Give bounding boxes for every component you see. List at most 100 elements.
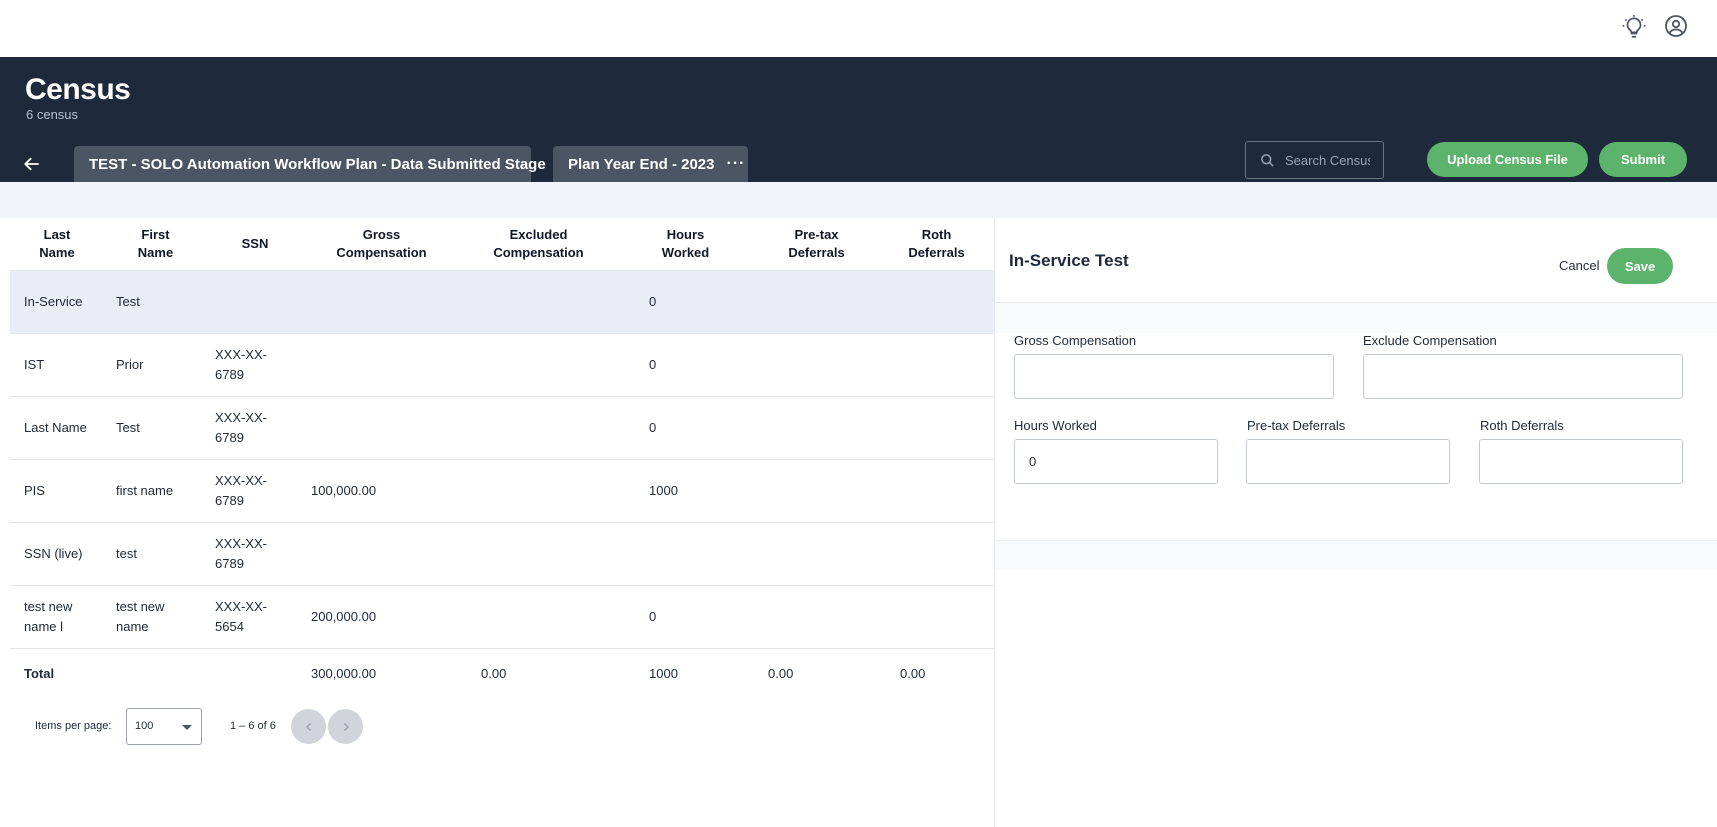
roth-deferrals-input[interactable] — [1479, 439, 1683, 484]
roth-deferrals-label: Roth Deferrals — [1480, 418, 1564, 433]
search-box[interactable] — [1245, 141, 1384, 179]
next-page-button[interactable] — [328, 709, 363, 744]
paginator: Items per page: 100 1 – 6 of 6 — [10, 708, 994, 748]
cell-text: PIS — [24, 482, 45, 498]
table-cell: Last Name — [10, 396, 104, 460]
table-cell — [460, 585, 617, 649]
cell-text: XXX-XX- — [215, 598, 268, 614]
cell-text: Total — [24, 666, 55, 682]
table-cell: Test — [104, 396, 207, 460]
table-row[interactable]: IST Prior XXX-XX- 6789 0 — [10, 333, 994, 397]
cell-text: Prior — [116, 356, 144, 372]
column-header[interactable]: First Name — [104, 218, 207, 271]
items-per-page-label: Items per page: — [35, 720, 112, 732]
table-cell: 0.00 — [879, 648, 994, 700]
previous-page-button[interactable] — [291, 709, 326, 744]
cell-text: 6789 — [215, 492, 244, 508]
table-cell — [754, 333, 879, 397]
table-cell: 0.00 — [754, 648, 879, 700]
table-cell: Prior — [104, 333, 207, 397]
table-cell: 1000 — [617, 648, 754, 700]
exclude-compensation-label: Exclude Compensation — [1363, 333, 1497, 348]
table-row[interactable]: SSN (live) test XXX-XX- 6789 — [10, 522, 994, 586]
column-header[interactable]: Hours Worked — [617, 218, 754, 271]
table-cell: SSN (live) — [10, 522, 104, 586]
table-row[interactable]: test new name l test new name XXX-XX- 5654 200… — [10, 585, 994, 649]
cell-text: test new — [116, 598, 165, 614]
items-per-page-select[interactable]: 100 — [126, 708, 202, 745]
column-header[interactable]: Gross Compensation — [303, 218, 460, 271]
items-per-page-value: 100 — [135, 720, 154, 732]
account-circle-icon[interactable] — [1664, 14, 1690, 40]
table-row[interactable]: In-Service Test 0 — [10, 270, 994, 334]
tab-plan-year[interactable]: Plan Year End - 2023 ··· — [553, 146, 748, 182]
tab-plan-year-label: Plan Year End - 2023 — [568, 155, 715, 173]
column-header-line: SSN — [241, 235, 269, 251]
search-input[interactable] — [1285, 152, 1370, 168]
table-cell — [754, 270, 879, 334]
cell-text: 0.00 — [900, 666, 926, 682]
cell-text: 6789 — [215, 366, 244, 382]
cell-text: 5654 — [215, 618, 244, 634]
table-cell — [303, 522, 460, 586]
table-cell — [104, 648, 207, 700]
cancel-button[interactable]: Cancel — [1559, 258, 1599, 273]
upload-census-file-button[interactable]: Upload Census File — [1427, 142, 1588, 177]
table-cell: 0.00 — [460, 648, 617, 700]
table-cell: XXX-XX- 6789 — [207, 396, 303, 460]
page-title: Census — [25, 73, 131, 106]
column-header[interactable]: Pre-tax Deferrals — [754, 218, 879, 271]
table-row[interactable]: Last Name Test XXX-XX- 6789 0 — [10, 396, 994, 460]
table-cell — [754, 396, 879, 460]
table-cell — [879, 522, 994, 586]
more-horizontal-icon[interactable]: ··· — [726, 155, 745, 173]
cell-text: 6789 — [215, 429, 244, 445]
table-row[interactable]: PIS first name XXX-XX- 6789 100,000.00 1000 — [10, 459, 994, 523]
cell-text: 0.00 — [768, 666, 794, 682]
edit-panel-title: In-Service Test — [1009, 251, 1129, 270]
table-cell — [460, 333, 617, 397]
column-header[interactable]: Roth Deferrals — [879, 218, 994, 271]
table-cell: In-Service — [10, 270, 104, 334]
lightbulb-icon[interactable] — [1621, 14, 1647, 40]
page-subtitle: 6 census — [26, 107, 79, 122]
back-arrow-icon[interactable] — [22, 154, 46, 178]
column-header-line: Excluded — [509, 226, 568, 242]
cell-text: Last Name — [24, 419, 87, 435]
table-cell: 200,000.00 — [303, 585, 460, 649]
cell-text: 300,000.00 — [311, 666, 377, 682]
table-cell — [460, 522, 617, 586]
column-header[interactable]: Last Name — [10, 218, 104, 271]
page-header: Census 6 census TEST - SOLO Automation W… — [0, 57, 1717, 182]
submit-button[interactable]: Submit — [1599, 142, 1687, 177]
cell-text: 100,000.00 — [311, 482, 377, 498]
table-cell — [207, 270, 303, 334]
table-cell — [207, 648, 303, 700]
pretax-deferrals-input[interactable] — [1246, 439, 1450, 484]
save-button[interactable]: Save — [1607, 248, 1673, 284]
table-cell — [303, 396, 460, 460]
table-cell: 0 — [617, 396, 754, 460]
table-cell — [754, 522, 879, 586]
table-cell: IST — [10, 333, 104, 397]
cell-text: 0 — [649, 293, 657, 309]
column-header-line: Compensation — [336, 244, 427, 260]
page-range-label: 1 – 6 of 6 — [230, 720, 276, 732]
column-header-line: First — [141, 226, 170, 242]
column-header[interactable]: Excluded Compensation — [460, 218, 617, 271]
cell-text: first name — [116, 482, 174, 498]
exclude-compensation-input[interactable] — [1363, 354, 1683, 399]
gross-compensation-input[interactable] — [1014, 354, 1334, 399]
column-header-line: Hours — [666, 226, 705, 242]
table-cell: XXX-XX- 6789 — [207, 522, 303, 586]
column-header-line: Roth — [921, 226, 952, 242]
table-cell — [879, 459, 994, 523]
column-header-line: Deferrals — [788, 244, 845, 260]
column-header[interactable]: SSN — [207, 218, 303, 271]
cell-text: 0 — [649, 356, 657, 372]
tab-plan[interactable]: TEST - SOLO Automation Workflow Plan - D… — [74, 146, 546, 182]
hours-worked-input[interactable] — [1014, 439, 1218, 484]
table-cell — [754, 585, 879, 649]
toolbar-strip — [0, 182, 1717, 218]
hours-worked-label: Hours Worked — [1014, 418, 1097, 433]
